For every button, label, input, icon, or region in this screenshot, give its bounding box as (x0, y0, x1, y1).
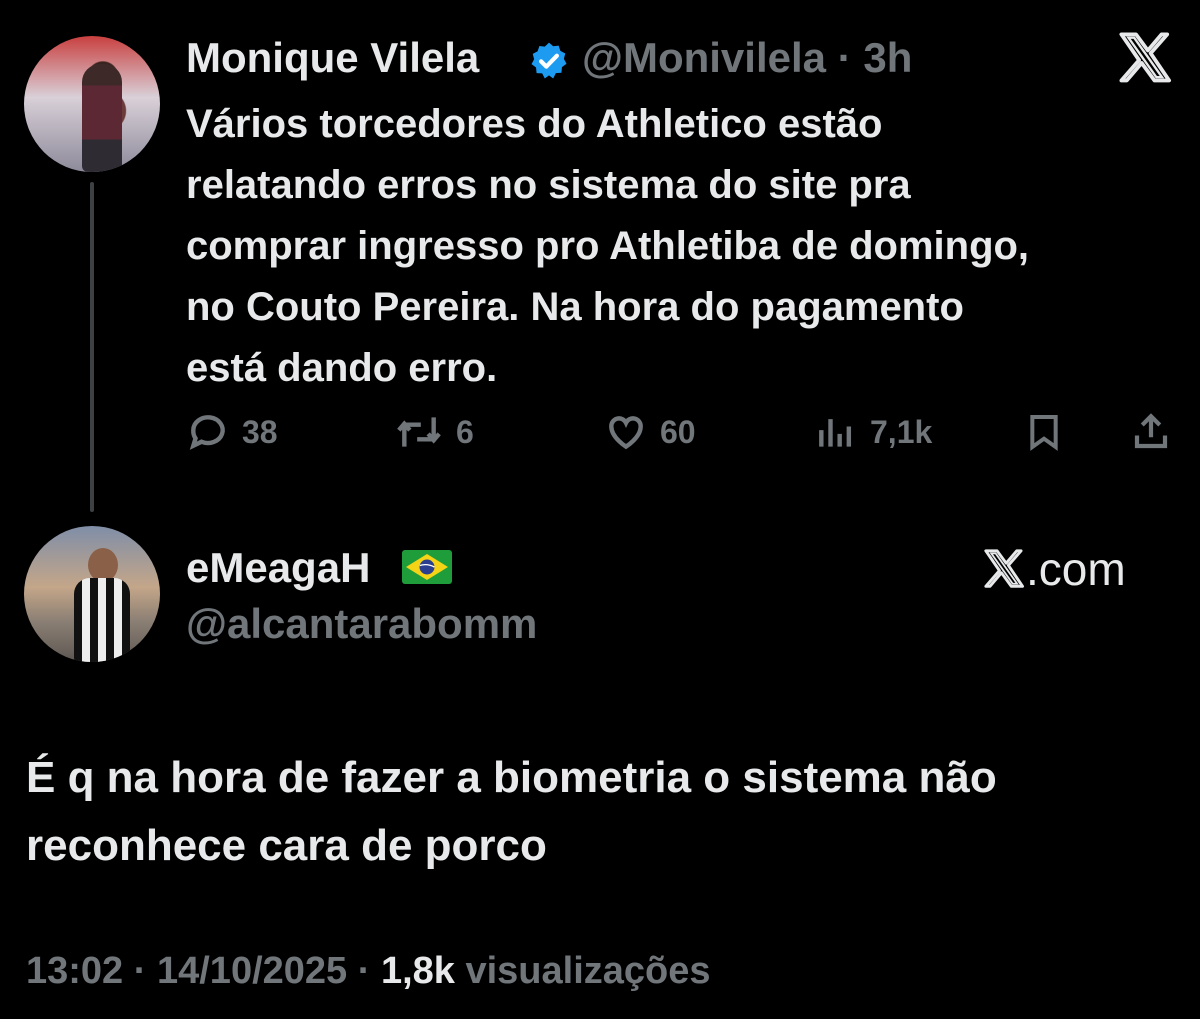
like-count: 60 (660, 413, 696, 450)
author-handle[interactable]: @Monivilela (582, 34, 826, 81)
share-icon (1134, 413, 1168, 449)
author-name[interactable]: Monique Vilela (186, 34, 479, 82)
share-button[interactable] (1130, 410, 1172, 454)
brand-text: .com (1026, 543, 1126, 595)
bookmark-icon (1030, 415, 1058, 451)
thread-line (90, 182, 94, 512)
views-count: 7,1k (870, 413, 933, 450)
separator: · (347, 950, 381, 992)
repost-icon (397, 417, 441, 447)
x-logo-icon (984, 549, 1024, 588)
reply-tweet-text: É q na hora de fazer a biometria o siste… (26, 753, 997, 870)
avatar-monique-vilela[interactable] (24, 36, 160, 172)
x-com-brand: .com (982, 542, 1126, 596)
views-button[interactable]: 7,1k (814, 410, 932, 454)
views-count: 1,8k (380, 950, 455, 992)
x-logo-icon (1119, 32, 1172, 83)
author-handle[interactable]: @alcantarabomm (186, 600, 537, 648)
brazil-flag-icon (402, 550, 452, 584)
tweet-time[interactable]: 13:02 (26, 950, 123, 992)
time-ago[interactable]: 3h (863, 34, 912, 81)
views-icon (819, 419, 852, 447)
quoted-tweet-text: Vários torcedores do Athletico estão rel… (186, 102, 1030, 390)
separator: · (123, 950, 157, 992)
separator: · (826, 34, 864, 81)
repost-count: 6 (456, 413, 474, 450)
bookmark-button[interactable] (1024, 410, 1064, 454)
repost-button[interactable]: 6 (394, 410, 474, 454)
tweet-meta: 13:02 · 14/10/2025 · 1,8k visualizações (26, 950, 711, 993)
verified-badge-icon (531, 42, 567, 79)
views-label: visualizações (465, 950, 711, 992)
like-button[interactable]: 60 (604, 410, 696, 454)
tweet-date[interactable]: 14/10/2025 (157, 950, 347, 992)
avatar-emeagah[interactable] (24, 526, 160, 662)
reply-button[interactable]: 38 (186, 410, 278, 454)
reply-icon (189, 415, 225, 450)
heart-icon (609, 416, 643, 450)
author-handle-line: @Monivilela · 3h (582, 34, 912, 82)
author-name[interactable]: eMeagaH (186, 544, 370, 592)
reply-count: 38 (242, 413, 278, 450)
